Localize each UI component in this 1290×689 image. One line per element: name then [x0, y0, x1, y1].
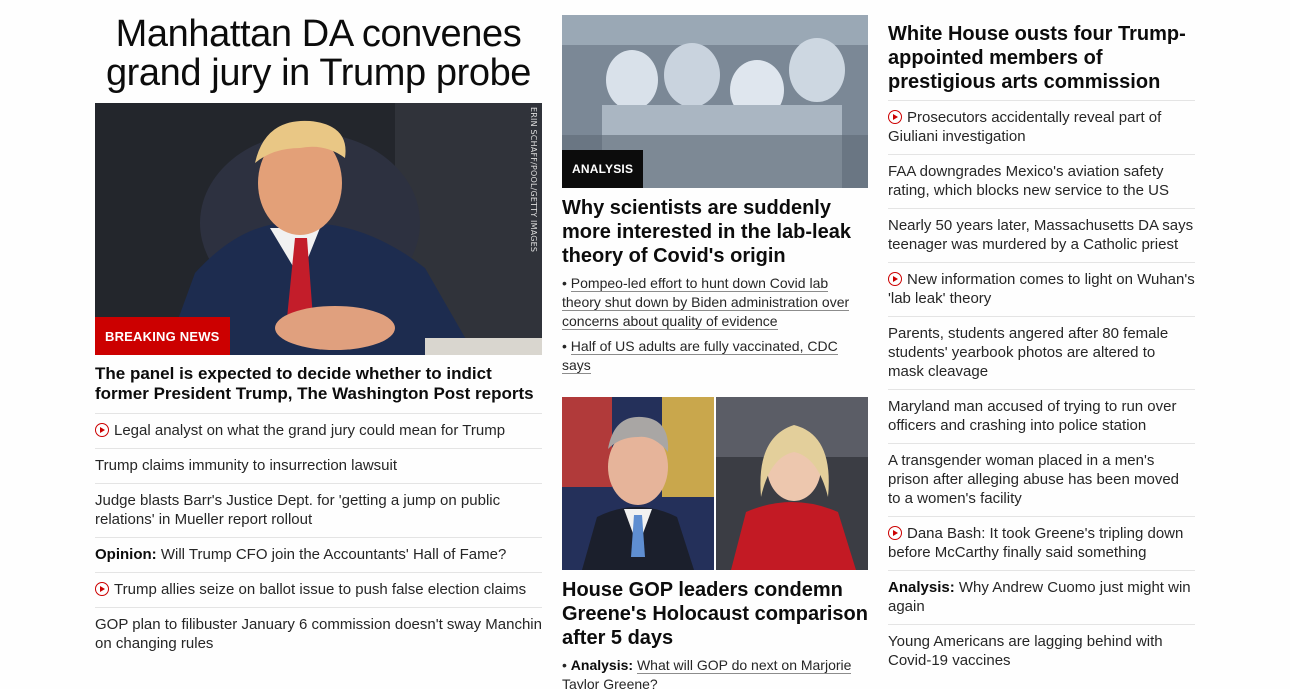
list-item[interactable]: A transgender woman placed in a men's pr…: [888, 443, 1195, 516]
list-item-text: Nearly 50 years later, Massachusetts DA …: [888, 217, 1194, 253]
bullet-item[interactable]: • Half of US adults are fully vaccinated…: [562, 337, 868, 375]
greene-headline[interactable]: House GOP leaders condemn Greene's Holoc…: [562, 578, 868, 650]
list-item[interactable]: GOP plan to filibuster January 6 commiss…: [95, 607, 542, 661]
list-item[interactable]: Parents, students angered after 80 femal…: [888, 316, 1195, 389]
play-video-icon: [888, 272, 902, 286]
list-item-text: Maryland man accused of trying to run ov…: [888, 398, 1177, 434]
list-item-text: Trump claims immunity to insurrection la…: [95, 457, 398, 474]
right-column: White House ousts four Trump-appointed m…: [888, 0, 1195, 678]
list-item[interactable]: Dana Bash: It took Greene's tripling dow…: [888, 516, 1195, 570]
image-credit: ERIN SCHAFF/POOL/GETTY IMAGES: [529, 107, 538, 253]
right-story-list: Prosecutors accidentally reveal part of …: [888, 100, 1195, 678]
list-item-text: Dana Bash: It took Greene's tripling dow…: [888, 525, 1184, 561]
list-item[interactable]: Maryland man accused of trying to run ov…: [888, 389, 1195, 443]
bullet-item[interactable]: • Analysis: What will GOP do next on Mar…: [562, 656, 868, 689]
list-item[interactable]: Analysis: Why Andrew Cuomo just might wi…: [888, 570, 1195, 624]
list-item-label-prefix: Analysis:: [888, 579, 955, 596]
left-story-list: Legal analyst on what the grand jury cou…: [95, 413, 542, 661]
lead-subheadline[interactable]: The panel is expected to decide whether …: [95, 364, 542, 413]
greene-bullets: • Analysis: What will GOP do next on Mar…: [562, 656, 868, 689]
list-item-text: GOP plan to filibuster January 6 commiss…: [95, 616, 542, 652]
list-item-label-prefix: Opinion:: [95, 546, 157, 563]
list-item[interactable]: FAA downgrades Mexico's aviation safety …: [888, 154, 1195, 208]
list-item[interactable]: Nearly 50 years later, Massachusetts DA …: [888, 208, 1195, 262]
list-item-text: A transgender woman placed in a men's pr…: [888, 452, 1180, 507]
gop-leaders-photo[interactable]: [562, 397, 868, 570]
lab-scientists-photo[interactable]: ANALYSIS: [562, 15, 868, 188]
list-item[interactable]: Trump claims immunity to insurrection la…: [95, 448, 542, 483]
play-video-icon: [95, 423, 109, 437]
play-video-icon: [888, 526, 902, 540]
middle-column: ANALYSIS Why scientists are suddenly mor…: [562, 0, 868, 689]
bullet-prefix: Analysis:: [570, 657, 634, 673]
list-item-text: FAA downgrades Mexico's aviation safety …: [888, 163, 1169, 199]
list-item[interactable]: Opinion: Will Trump CFO join the Account…: [95, 537, 542, 572]
breaking-news-badge: BREAKING NEWS: [95, 317, 230, 355]
analysis-badge: ANALYSIS: [562, 150, 644, 188]
play-video-icon: [888, 110, 902, 124]
arts-commission-headline[interactable]: White House ousts four Trump-appointed m…: [888, 22, 1195, 100]
trump-photo[interactable]: ERIN SCHAFF/POOL/GETTY IMAGES BREAKING N…: [95, 103, 542, 355]
list-item-text: Judge blasts Barr's Justice Dept. for 'g…: [95, 492, 501, 528]
list-item[interactable]: Trump allies seize on ballot issue to pu…: [95, 572, 542, 607]
bullet-link[interactable]: Half of US adults are fully vaccinated, …: [562, 338, 838, 374]
list-item[interactable]: Judge blasts Barr's Justice Dept. for 'g…: [95, 483, 542, 537]
list-item-text: Parents, students angered after 80 femal…: [888, 325, 1169, 380]
list-item-text: New information comes to light on Wuhan'…: [888, 271, 1195, 307]
bullet-link[interactable]: Pompeo-led effort to hunt down Covid lab…: [562, 275, 850, 330]
list-item-text: Trump allies seize on ballot issue to pu…: [114, 581, 527, 598]
list-item-text: Will Trump CFO join the Accountants' Hal…: [160, 546, 507, 563]
play-video-icon: [95, 582, 109, 596]
left-column: Manhattan DA convenes grand jury in Trum…: [95, 0, 542, 661]
list-item-text: Young Americans are lagging behind with …: [888, 633, 1163, 669]
greene-photo: [716, 397, 868, 570]
list-item-text: Prosecutors accidentally reveal part of …: [888, 109, 1162, 145]
list-item[interactable]: Prosecutors accidentally reveal part of …: [888, 100, 1195, 154]
list-item-text: Legal analyst on what the grand jury cou…: [114, 422, 506, 439]
lab-leak-headline[interactable]: Why scientists are suddenly more interes…: [562, 196, 868, 268]
bullet-item[interactable]: • Pompeo-led effort to hunt down Covid l…: [562, 274, 868, 331]
mccarthy-photo: [562, 397, 714, 570]
lead-headline[interactable]: Manhattan DA convenes grand jury in Trum…: [95, 15, 542, 93]
list-item[interactable]: New information comes to light on Wuhan'…: [888, 262, 1195, 316]
list-item[interactable]: Young Americans are lagging behind with …: [888, 624, 1195, 678]
list-item[interactable]: Legal analyst on what the grand jury cou…: [95, 413, 542, 448]
lab-leak-bullets: • Pompeo-led effort to hunt down Covid l…: [562, 274, 868, 375]
